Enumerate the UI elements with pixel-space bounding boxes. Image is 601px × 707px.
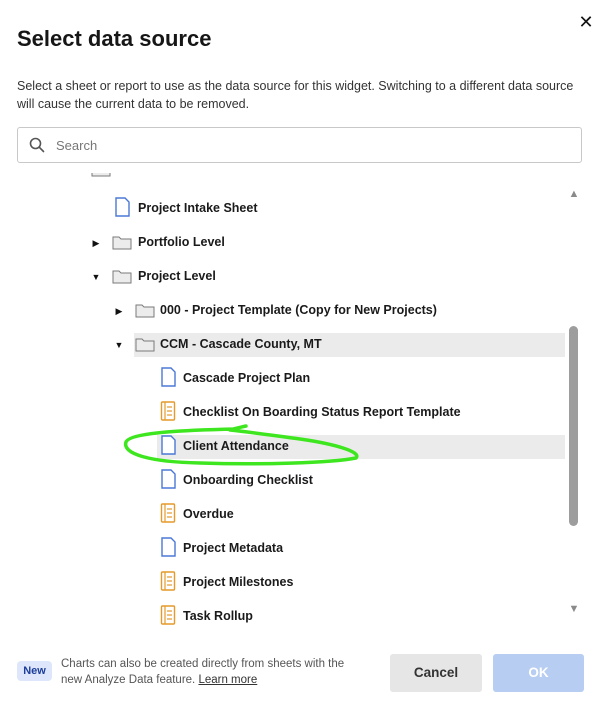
tree-item-report[interactable]: Task Rollup bbox=[17, 605, 565, 625]
new-badge: New bbox=[17, 661, 52, 681]
tree-item-report[interactable]: Checklist On Boarding Status Report Temp… bbox=[17, 401, 565, 425]
sheet-icon bbox=[160, 469, 176, 492]
tree-item-report[interactable]: Project Milestones bbox=[17, 571, 565, 595]
chevron-right-icon[interactable]: ▶ bbox=[91, 238, 101, 248]
learn-more-link[interactable]: Learn more bbox=[198, 674, 257, 686]
report-icon bbox=[160, 605, 176, 625]
tree-item-sheet[interactable]: Project Intake Sheet bbox=[17, 197, 565, 221]
tree-item-label: Overdue bbox=[183, 507, 234, 521]
tree-item-label: Project Milestones bbox=[183, 575, 294, 589]
sheet-icon bbox=[160, 537, 176, 560]
dialog-title: Select data source bbox=[17, 26, 212, 51]
tree-item-label: Checklist On Boarding Status Report Temp… bbox=[183, 405, 461, 419]
tree-item-label: 000 - Project Template (Copy for New Pro… bbox=[160, 303, 437, 317]
folder-icon bbox=[112, 268, 132, 287]
search-icon bbox=[29, 137, 45, 153]
tree-item-folder[interactable]: ▼ Project Level bbox=[17, 265, 565, 289]
report-icon bbox=[160, 571, 176, 594]
chevron-down-icon[interactable]: ▼ bbox=[91, 272, 101, 282]
tree-item-label: Task Rollup bbox=[183, 609, 253, 623]
tree-item-folder[interactable] bbox=[17, 173, 565, 179]
tree-item-label: Onboarding Checklist bbox=[183, 473, 313, 487]
folder-icon bbox=[91, 173, 111, 180]
close-icon[interactable]: ✕ bbox=[577, 12, 595, 32]
tree-item-folder-selected[interactable]: ▼ CCM - Cascade County, MT bbox=[17, 333, 565, 357]
ok-button[interactable]: OK bbox=[493, 654, 584, 692]
tree-item-label: Project Metadata bbox=[183, 541, 284, 555]
cancel-button[interactable]: Cancel bbox=[390, 654, 482, 692]
tree-item-folder[interactable]: ▶ Portfolio Level bbox=[17, 231, 565, 255]
folder-icon bbox=[135, 336, 155, 355]
tree-item-label: Project Level bbox=[138, 269, 216, 283]
scroll-up-arrow-icon[interactable]: ▲ bbox=[567, 189, 581, 200]
tree-item-label: Cascade Project Plan bbox=[183, 371, 311, 385]
tree-item-label: CCM - Cascade County, MT bbox=[160, 337, 322, 351]
tree-item-folder[interactable]: ▶ 000 - Project Template (Copy for New P… bbox=[17, 299, 565, 323]
sheet-icon bbox=[160, 367, 176, 390]
report-icon bbox=[160, 401, 176, 424]
tree-item-sheet[interactable]: Cascade Project Plan bbox=[17, 367, 565, 391]
chevron-right-icon[interactable]: ▶ bbox=[114, 306, 124, 316]
scroll-down-arrow-icon[interactable]: ▼ bbox=[567, 604, 581, 615]
dialog-description: Select a sheet or report to use as the d… bbox=[17, 79, 574, 111]
search-field[interactable] bbox=[17, 127, 582, 163]
tree-item-sheet[interactable]: Onboarding Checklist bbox=[17, 469, 565, 493]
search-input[interactable] bbox=[54, 136, 558, 154]
folder-icon bbox=[135, 302, 155, 321]
tree-item-sheet[interactable]: Project Metadata bbox=[17, 537, 565, 561]
tree-item-sheet-highlighted[interactable]: Client Attendance bbox=[17, 435, 565, 459]
report-icon bbox=[160, 503, 176, 526]
data-source-tree: Project Intake Sheet ▶ Portfolio Level ▼… bbox=[17, 173, 569, 625]
tree-item-label: Project Intake Sheet bbox=[138, 201, 258, 215]
folder-icon bbox=[112, 234, 132, 253]
sheet-icon bbox=[160, 435, 176, 458]
chevron-down-icon[interactable]: ▼ bbox=[114, 340, 124, 350]
footer-note: Charts can also be created directly from… bbox=[61, 656, 351, 688]
tree-item-label: Portfolio Level bbox=[138, 235, 225, 249]
scrollbar-thumb[interactable] bbox=[569, 326, 578, 526]
tree-item-report[interactable]: Overdue bbox=[17, 503, 565, 527]
sheet-icon bbox=[114, 197, 130, 220]
tree-item-label: Client Attendance bbox=[183, 439, 289, 453]
